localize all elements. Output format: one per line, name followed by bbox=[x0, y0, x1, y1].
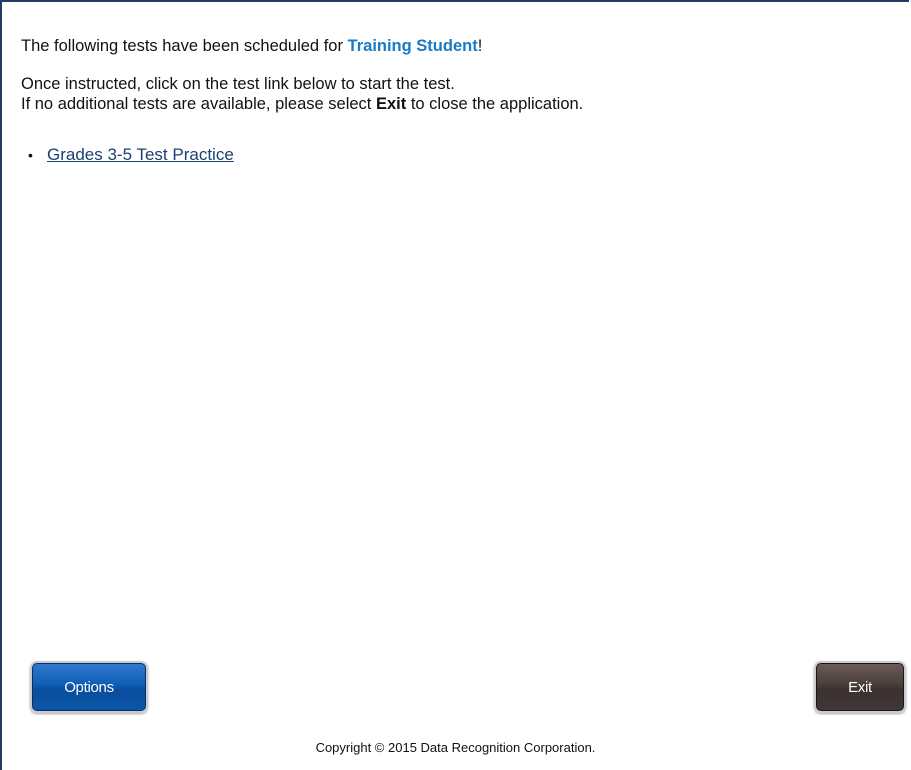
exit-button[interactable]: Exit bbox=[814, 661, 906, 713]
options-button[interactable]: Options bbox=[30, 661, 148, 713]
scheduled-tests-message: The following tests have been scheduled … bbox=[21, 36, 889, 56]
main-content: The following tests have been scheduled … bbox=[21, 36, 889, 165]
intro-prefix: The following tests have been scheduled … bbox=[21, 37, 348, 55]
list-item: • Grades 3-5 Test Practice bbox=[28, 145, 889, 165]
test-list: • Grades 3-5 Test Practice bbox=[21, 145, 889, 165]
instructions: Once instructed, click on the test link … bbox=[21, 74, 889, 114]
instructions-line-2-prefix: If no additional tests are available, pl… bbox=[21, 95, 376, 113]
instructions-line-1: Once instructed, click on the test link … bbox=[21, 75, 455, 93]
intro-suffix: ! bbox=[477, 37, 483, 55]
copyright-footer: Copyright © 2015 Data Recognition Corpor… bbox=[315, 740, 596, 755]
instructions-line-2-suffix: to close the application. bbox=[406, 95, 584, 113]
test-link-grades-3-5-practice[interactable]: Grades 3-5 Test Practice bbox=[47, 145, 234, 164]
bullet-icon: • bbox=[28, 147, 33, 163]
instructions-exit-keyword: Exit bbox=[375, 95, 407, 113]
app-window: The following tests have been scheduled … bbox=[0, 0, 909, 770]
student-name: Training Student bbox=[347, 37, 478, 55]
